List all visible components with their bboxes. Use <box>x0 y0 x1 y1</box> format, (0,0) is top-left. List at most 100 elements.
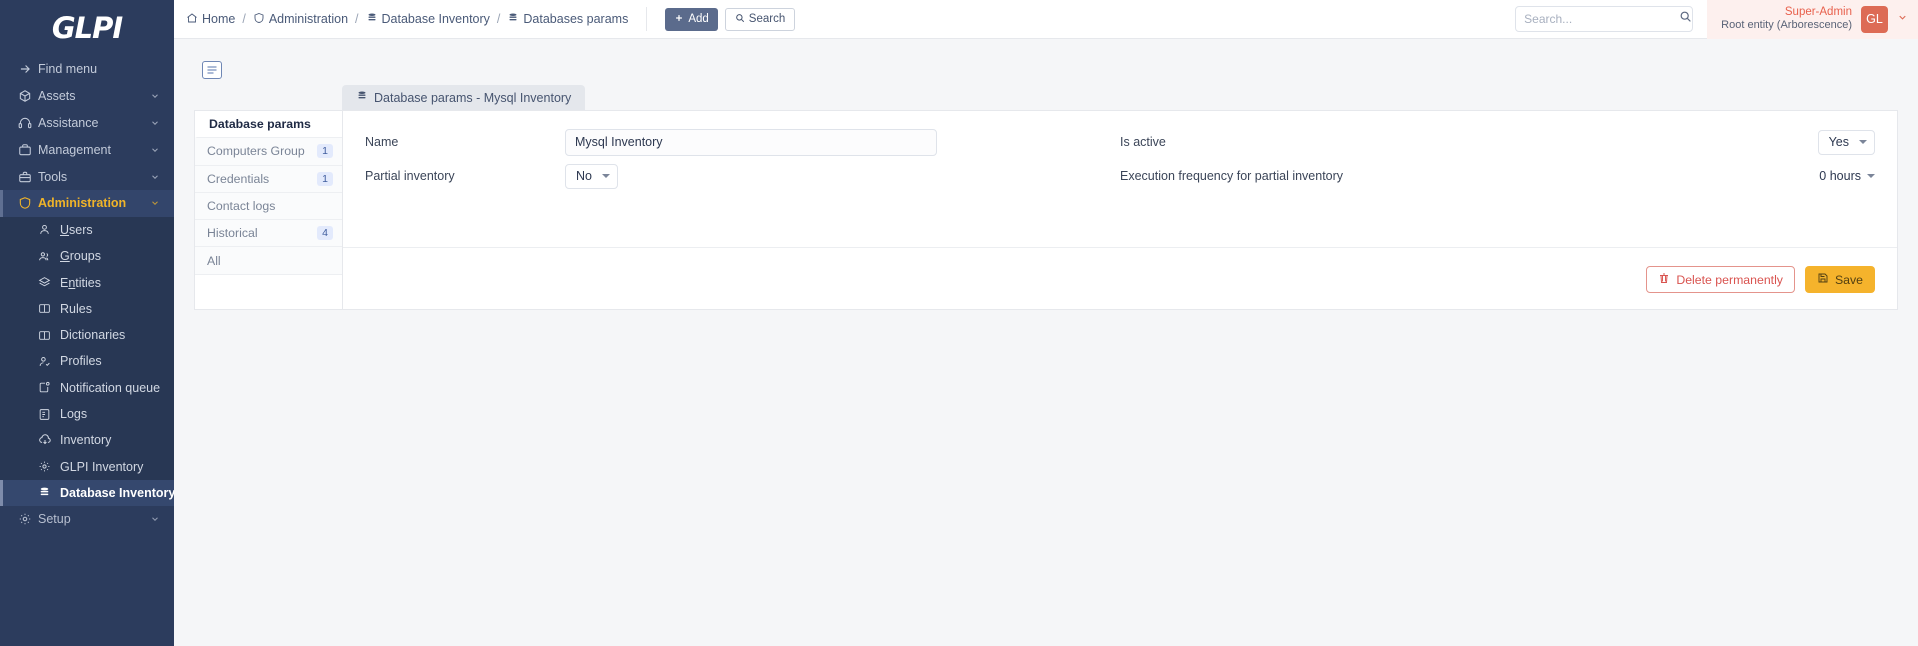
breadcrumb-item-administration[interactable]: Administration <box>253 12 348 27</box>
book-icon <box>38 302 60 315</box>
sidebar-item-tools[interactable]: Tools <box>0 163 174 190</box>
sidebar-item-setup[interactable]: Setup <box>0 506 174 533</box>
avatar[interactable]: GL <box>1861 5 1888 33</box>
sidebar-item-dictionaries[interactable]: Dictionaries <box>0 322 174 348</box>
sidebar-item-label: Setup <box>38 512 71 527</box>
gear-icon <box>18 512 38 526</box>
sidebar-item-label: Entities <box>60 275 101 290</box>
bell-queue-icon <box>38 381 60 394</box>
user-info: Super-Admin Root entity (Arborescence) <box>1721 5 1852 33</box>
add-button[interactable]: Add <box>665 7 718 31</box>
side-tab-list: Database params Computers Group 1 Creden… <box>195 111 343 309</box>
chevron-down-icon <box>150 172 160 182</box>
sidebar-item-administration[interactable]: Administration <box>0 189 174 217</box>
side-tab-label: Computers Group <box>207 144 305 159</box>
toolbox-icon <box>18 170 38 184</box>
list-view-toggle[interactable] <box>202 61 222 79</box>
search-icon[interactable] <box>1679 10 1692 28</box>
name-input[interactable] <box>565 128 937 156</box>
user-icon <box>38 223 60 236</box>
breadcrumb-item-database-inventory[interactable]: Database Inventory <box>366 12 490 27</box>
search-icon <box>735 13 745 26</box>
breadcrumb-label: Home <box>202 12 236 26</box>
sidebar-item-notification-queue[interactable]: Notification queue <box>0 375 174 401</box>
partial-inventory-label: Partial inventory <box>365 169 455 183</box>
execution-frequency-value: 0 hours <box>1819 169 1861 183</box>
breadcrumb-label: Administration <box>268 12 349 26</box>
is-active-select[interactable]: Yes <box>1817 129 1875 155</box>
sidebar-item-inventory[interactable]: Inventory <box>0 427 174 453</box>
app-logo[interactable]: GLPI <box>0 0 174 50</box>
partial-inventory-value: No <box>576 169 592 183</box>
breadcrumb-item-home[interactable]: Home <box>186 12 235 27</box>
sidebar-item-groups[interactable]: Groups <box>0 243 174 269</box>
chevron-down-icon <box>150 145 160 155</box>
save-button-label: Save <box>1834 272 1863 287</box>
sidebar-item-label: Assistance <box>38 115 99 130</box>
side-tab-credentials[interactable]: Credentials 1 <box>195 165 342 193</box>
sidebar-item-rules[interactable]: Rules <box>0 296 174 322</box>
side-tab-all[interactable]: All <box>195 247 342 275</box>
side-tab-database-params[interactable]: Database params <box>195 111 342 139</box>
sidebar-item-label: GLPI Inventory <box>60 459 144 474</box>
search-input[interactable] <box>1524 12 1680 26</box>
sidebar-item-label: Dictionaries <box>60 328 126 343</box>
tab-header-label: Database params - Mysql Inventory <box>374 90 572 105</box>
cloud-download-icon <box>38 433 60 447</box>
sidebar-item-label: Tools <box>38 169 68 184</box>
side-tab-label: All <box>207 253 221 268</box>
topbar-right: Super-Admin Root entity (Arborescence) G… <box>1515 0 1918 39</box>
topbar: Home / Administration / Database Invento… <box>174 0 1918 39</box>
side-tab-label: Database params <box>209 117 311 132</box>
side-tab-badge: 1 <box>317 171 333 186</box>
sidebar-item-assets[interactable]: Assets <box>0 83 174 110</box>
side-tab-computers-group[interactable]: Computers Group 1 <box>195 138 342 166</box>
execution-frequency-label: Execution frequency for partial inventor… <box>1120 169 1344 183</box>
main-area: Home / Administration / Database Invento… <box>174 0 1918 646</box>
breadcrumb-label: Databases params <box>523 12 629 26</box>
sidebar-item-entities[interactable]: Entities <box>0 269 174 295</box>
execution-frequency-select[interactable]: 0 hours <box>1819 169 1875 183</box>
search-button[interactable]: Search <box>724 7 796 31</box>
sidebar-item-users[interactable]: Users <box>0 217 174 243</box>
sidebar-item-find-menu[interactable]: Find menu <box>0 56 174 83</box>
user-menu[interactable]: Super-Admin Root entity (Arborescence) G… <box>1707 0 1918 39</box>
sidebar-item-label: Users <box>60 222 93 237</box>
side-tab-badge: 4 <box>317 226 333 241</box>
is-active-value: Yes <box>1828 135 1849 149</box>
sidebar-item-logs[interactable]: Logs <box>0 401 174 427</box>
field-partial-inventory: Partial inventory No <box>365 163 1120 189</box>
global-search[interactable] <box>1515 6 1694 32</box>
sidebar-item-assistance[interactable]: Assistance <box>0 110 174 137</box>
delete-permanently-button[interactable]: Delete permanently <box>1646 266 1795 293</box>
panel-body: Name Is active Yes <box>343 111 1897 309</box>
sidebar-item-profiles[interactable]: Profiles <box>0 348 174 374</box>
partial-inventory-select[interactable]: No <box>565 163 618 189</box>
chevron-down-icon <box>150 91 160 101</box>
name-label: Name <box>365 135 399 149</box>
sidebar-item-management[interactable]: Management <box>0 136 174 163</box>
sidebar-item-database-inventory[interactable]: Database Inventory <box>0 479 174 507</box>
main-panel: Database params Computers Group 1 Creden… <box>194 110 1898 310</box>
users-icon <box>38 250 60 263</box>
side-tab-contact-logs[interactable]: Contact logs <box>195 192 342 221</box>
tab-header-row: Database params - Mysql Inventory <box>194 85 1898 110</box>
toolbar-actions: Add Search <box>646 7 796 31</box>
chevron-down-icon[interactable] <box>1897 10 1908 28</box>
sidebar-item-label: Inventory <box>60 433 112 448</box>
database-icon <box>366 12 378 27</box>
side-tab-historical[interactable]: Historical 4 <box>195 220 342 248</box>
form-row-partial-inventory: Partial inventory No Execution frequency <box>365 159 1875 193</box>
database-icon <box>356 90 368 105</box>
side-tab-label: Contact logs <box>207 199 276 214</box>
sidebar-item-glpi-inventory[interactable]: GLPI Inventory <box>0 453 174 479</box>
save-button[interactable]: Save <box>1804 266 1875 293</box>
user-name: Super-Admin <box>1784 5 1852 18</box>
is-active-control: Yes <box>1320 129 1875 155</box>
user-entity: Root entity (Arborescence) <box>1721 19 1852 32</box>
breadcrumb-item-databases-params[interactable]: Databases params <box>507 12 628 27</box>
breadcrumb-separator: / <box>355 12 359 26</box>
database-icon <box>507 12 519 27</box>
tab-database-params-header[interactable]: Database params - Mysql Inventory <box>342 85 586 110</box>
database-params-form: Name Is active Yes <box>343 111 1897 239</box>
